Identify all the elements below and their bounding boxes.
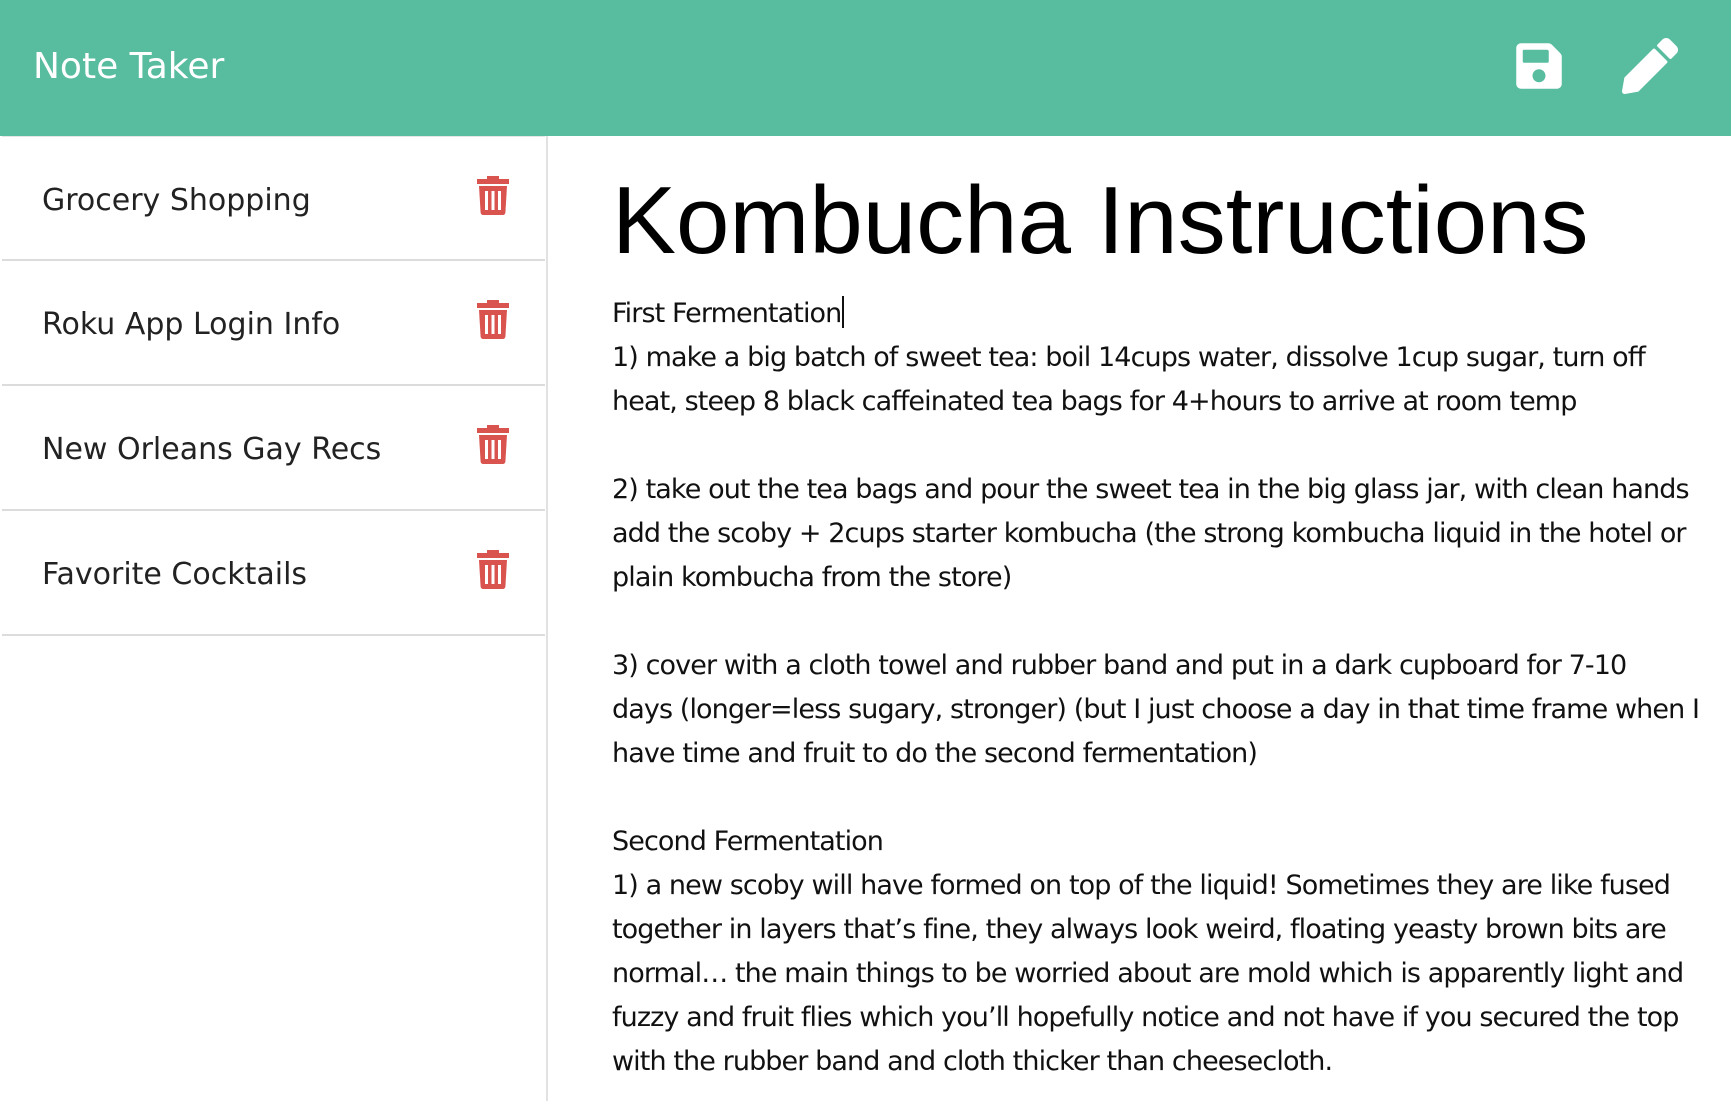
save-note-button[interactable] [1513, 40, 1565, 92]
note-text-line: Second Fermentation [612, 826, 884, 857]
trash-icon [477, 176, 509, 215]
delete-note-button[interactable] [476, 424, 510, 464]
note-text-line: 1) a new scoby will have formed on top o… [612, 870, 1671, 901]
note-list-sidebar: Grocery Shopping Roku App Login Info New… [0, 136, 548, 1101]
pencil-icon [1622, 38, 1678, 94]
note-title: Favorite Cocktails [42, 557, 308, 592]
navbar: Note Taker [0, 0, 1731, 136]
note-text-line: 3) cover with a cloth towel and rubber b… [612, 650, 1627, 681]
note-title: New Orleans Gay Recs [42, 432, 382, 467]
note-text-line: 2) take out the tea bags and pour the sw… [612, 474, 1690, 505]
note-text-line: plain kombucha from the store) [612, 562, 1012, 593]
text-cursor [842, 296, 845, 328]
list-item[interactable]: Roku App Login Info [2, 261, 545, 386]
delete-note-button[interactable] [476, 175, 510, 215]
note-text-line: heat, steep 8 black caffeinated tea bags… [612, 386, 1577, 417]
delete-note-button[interactable] [476, 549, 510, 589]
note-text-line: add the scoby + 2cups starter kombucha (… [612, 518, 1687, 549]
list-item[interactable]: Grocery Shopping [2, 136, 545, 261]
note-text-line: days (longer=less sugary, stronger) (but… [612, 694, 1700, 725]
save-icon [1516, 43, 1562, 89]
note-title-input[interactable]: Kombucha Instructions [612, 162, 1589, 280]
note-text-line: with the rubber band and cloth thicker t… [612, 1046, 1333, 1077]
trash-icon [477, 425, 509, 464]
note-text-line: have time and fruit to do the second fer… [612, 738, 1258, 769]
app-title[interactable]: Note Taker [33, 44, 224, 90]
trash-icon [477, 300, 509, 339]
note-editor: Kombucha Instructions First Fermentation… [548, 136, 1731, 1101]
note-text-line: First Fermentation [612, 292, 1722, 336]
note-list: Grocery Shopping Roku App Login Info New… [2, 136, 545, 636]
delete-note-button[interactable] [476, 299, 510, 339]
note-text-line: 1) make a big batch of sweet tea: boil 1… [612, 342, 1646, 373]
note-title: Roku App Login Info [42, 307, 341, 342]
new-note-button[interactable] [1622, 38, 1678, 94]
note-text-line: fuzzy and fruit flies which you’ll hopef… [612, 1002, 1679, 1033]
list-item[interactable]: Favorite Cocktails [2, 511, 545, 636]
note-title: Grocery Shopping [42, 183, 311, 218]
trash-icon [477, 550, 509, 589]
list-item[interactable]: New Orleans Gay Recs [2, 386, 545, 511]
note-text-area[interactable]: First Fermentation 1) make a big batch o… [612, 292, 1722, 1084]
note-text-segment: First Fermentation [612, 298, 842, 329]
note-text-line: normal… the main things to be worried ab… [612, 958, 1684, 989]
note-text-line: together in layers that’s fine, they alw… [612, 914, 1667, 945]
